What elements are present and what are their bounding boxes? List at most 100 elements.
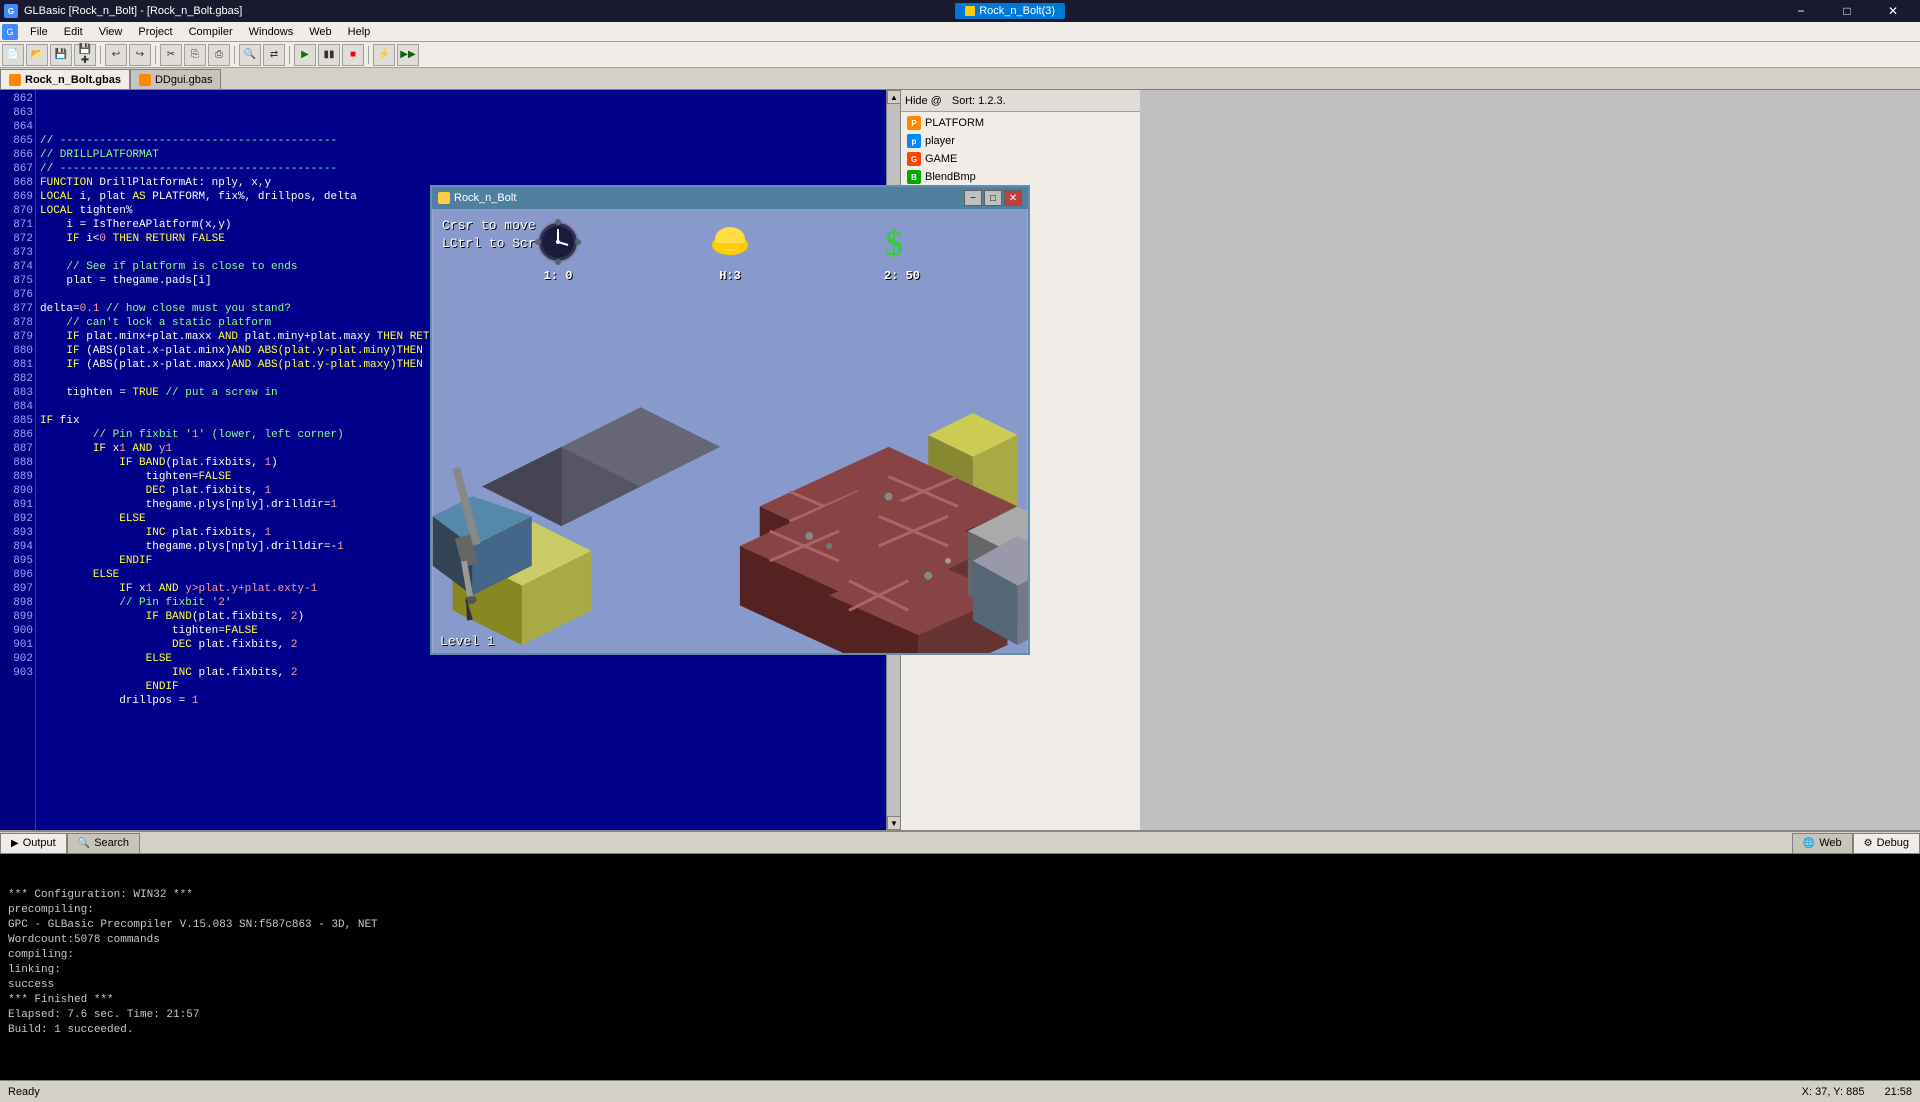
new-button[interactable]: 📄	[2, 44, 24, 66]
save-button[interactable]: 💾	[50, 44, 72, 66]
output-section: ▶ Output 🔍 Search 🌐 Web ⚙ Debug *** Conf…	[0, 830, 1920, 1080]
sidebar-item-platform[interactable]: PPLATFORM	[903, 114, 1138, 132]
sidebar-item-icon: p	[907, 134, 921, 148]
sidebar-item-icon: B	[907, 170, 921, 184]
search-tab[interactable]: 🔍 Search	[67, 833, 140, 853]
sort-label: Sort: 1.2.3.	[952, 95, 1006, 107]
tab-label-1: Rock_n_Bolt.gbas	[25, 74, 121, 86]
output-line: GPC - GLBasic Precompiler V.15.083 SN:f5…	[8, 918, 1912, 933]
stop-button[interactable]: ■	[342, 44, 364, 66]
debug-tab-label: Debug	[1877, 837, 1909, 849]
save-all-button[interactable]: 💾✚	[74, 44, 96, 66]
game-close-button[interactable]: ✕	[1004, 190, 1022, 206]
game-minimize-button[interactable]: −	[964, 190, 982, 206]
minimize-button[interactable]: −	[1778, 0, 1824, 22]
paste-button[interactable]: ⎙	[208, 44, 230, 66]
open-button[interactable]: 📂	[26, 44, 48, 66]
menu-file[interactable]: File	[22, 24, 56, 40]
status-bar: Ready X: 37, Y: 885 21:58	[0, 1080, 1920, 1102]
menu-project[interactable]: Project	[130, 24, 180, 40]
hud-clock: 1: 0	[533, 217, 583, 283]
undo-button[interactable]: ↩	[105, 44, 127, 66]
sidebar-item-game[interactable]: G GAME	[903, 150, 1138, 168]
game-title-bar[interactable]: Rock_n_Bolt − □ ✕	[432, 187, 1028, 209]
menu-compiler[interactable]: Compiler	[181, 24, 241, 40]
sidebar-item-icon: P	[907, 116, 921, 130]
tab-label-2: DDgui.gbas	[155, 74, 212, 86]
game-content: Crsr to move LCtrl to Screw	[432, 209, 1028, 653]
output-line: Wordcount:5078 commands	[8, 933, 1912, 948]
game-title-text: Rock_n_Bolt	[438, 192, 516, 204]
menu-web[interactable]: Web	[301, 24, 339, 40]
sidebar-item-label: player	[925, 135, 955, 147]
output-tab-label: Output	[23, 837, 56, 849]
replace-button[interactable]: ⇄	[263, 44, 285, 66]
helmet-icon	[705, 217, 755, 267]
game-level-text: Level 1	[432, 630, 503, 653]
status-coords: X: 37, Y: 885	[1802, 1086, 1865, 1098]
game-window[interactable]: Rock_n_Bolt − □ ✕	[430, 185, 1030, 655]
hud-clock-label: 1: 0	[544, 269, 573, 283]
tab-icon-1	[9, 74, 21, 86]
tab-icon-2	[139, 74, 151, 86]
menu-edit[interactable]: Edit	[56, 24, 91, 40]
copy-button[interactable]: ⎘	[184, 44, 206, 66]
menu-view[interactable]: View	[91, 24, 131, 40]
maximize-button[interactable]: □	[1824, 0, 1870, 22]
output-line: compiling:	[8, 948, 1912, 963]
separator-3	[234, 46, 235, 64]
tab-ddgui[interactable]: DDgui.gbas	[130, 69, 221, 89]
web-tab-label: Web	[1819, 837, 1841, 849]
separator-4	[289, 46, 290, 64]
clock-icon	[533, 217, 583, 267]
pause-button[interactable]: ▮▮	[318, 44, 340, 66]
web-tab[interactable]: 🌐 Web	[1792, 833, 1853, 853]
sidebar-item-icon: G	[907, 152, 921, 166]
status-right: X: 37, Y: 885 21:58	[1802, 1086, 1912, 1098]
menu-bar: G File Edit View Project Compiler Window…	[0, 22, 1920, 42]
money-icon: $	[877, 217, 927, 267]
game-hud-items: 1: 0 H:3 $ 2: 50	[432, 217, 1028, 283]
output-tab[interactable]: ▶ Output	[0, 833, 67, 853]
search-toolbar-button[interactable]: 🔍	[239, 44, 261, 66]
game-maximize-button[interactable]: □	[984, 190, 1002, 206]
sidebar-item-label: BlendBmp	[925, 171, 976, 183]
menu-help[interactable]: Help	[340, 24, 379, 40]
scroll-down-button[interactable]: ▼	[887, 816, 900, 830]
run-button[interactable]: ▶	[294, 44, 316, 66]
redo-button[interactable]: ↪	[129, 44, 151, 66]
output-line: *** Configuration: WIN32 ***	[8, 888, 1912, 903]
hide-label[interactable]: Hide @	[905, 95, 942, 107]
taskbar-item[interactable]: Rock_n_Bolt(3)	[955, 3, 1065, 19]
menu-windows[interactable]: Windows	[241, 24, 302, 40]
app-icon: G	[2, 24, 18, 40]
compile-button[interactable]: ⚡	[373, 44, 395, 66]
game-controls: − □ ✕	[964, 190, 1022, 206]
separator-5	[368, 46, 369, 64]
hud-helmet: H:3	[705, 217, 755, 283]
output-tab-bar: ▶ Output 🔍 Search 🌐 Web ⚙ Debug	[0, 832, 1920, 854]
scroll-up-button[interactable]: ▲	[887, 90, 900, 104]
status-time: 21:58	[1884, 1086, 1912, 1098]
sidebar-item-player[interactable]: pplayer	[903, 132, 1138, 150]
hud-money: $ 2: 50	[877, 217, 927, 283]
output-text: *** Configuration: WIN32 ***precompiling…	[0, 854, 1920, 1080]
app-title: G GLBasic [Rock_n_Bolt] - [Rock_n_Bolt.g…	[4, 4, 242, 18]
tab-bar: Rock_n_Bolt.gbas DDgui.gbas	[0, 68, 1920, 90]
output-line: Build: 1 succeeded.	[8, 1023, 1912, 1038]
debug-tab[interactable]: ⚙ Debug	[1853, 833, 1920, 853]
output-line: success	[8, 978, 1912, 993]
sidebar-item-label: GAME	[925, 153, 957, 165]
hud-money-label: 2: 50	[884, 269, 920, 283]
tab-rock-n-bolt[interactable]: Rock_n_Bolt.gbas	[0, 69, 130, 89]
sidebar-item-blendbmp[interactable]: B BlendBmp	[903, 168, 1138, 186]
game-icon	[438, 192, 450, 204]
close-button[interactable]: ✕	[1870, 0, 1916, 22]
cut-button[interactable]: ✂	[160, 44, 182, 66]
status-text: Ready	[8, 1086, 40, 1098]
output-line: precompiling:	[8, 903, 1912, 918]
build-button[interactable]: ▶▶	[397, 44, 419, 66]
toolbar: 📄 📂 💾 💾✚ ↩ ↪ ✂ ⎘ ⎙ 🔍 ⇄ ▶ ▮▮ ■ ⚡ ▶▶	[0, 42, 1920, 68]
output-line: *** Finished ***	[8, 993, 1912, 1008]
separator-1	[100, 46, 101, 64]
